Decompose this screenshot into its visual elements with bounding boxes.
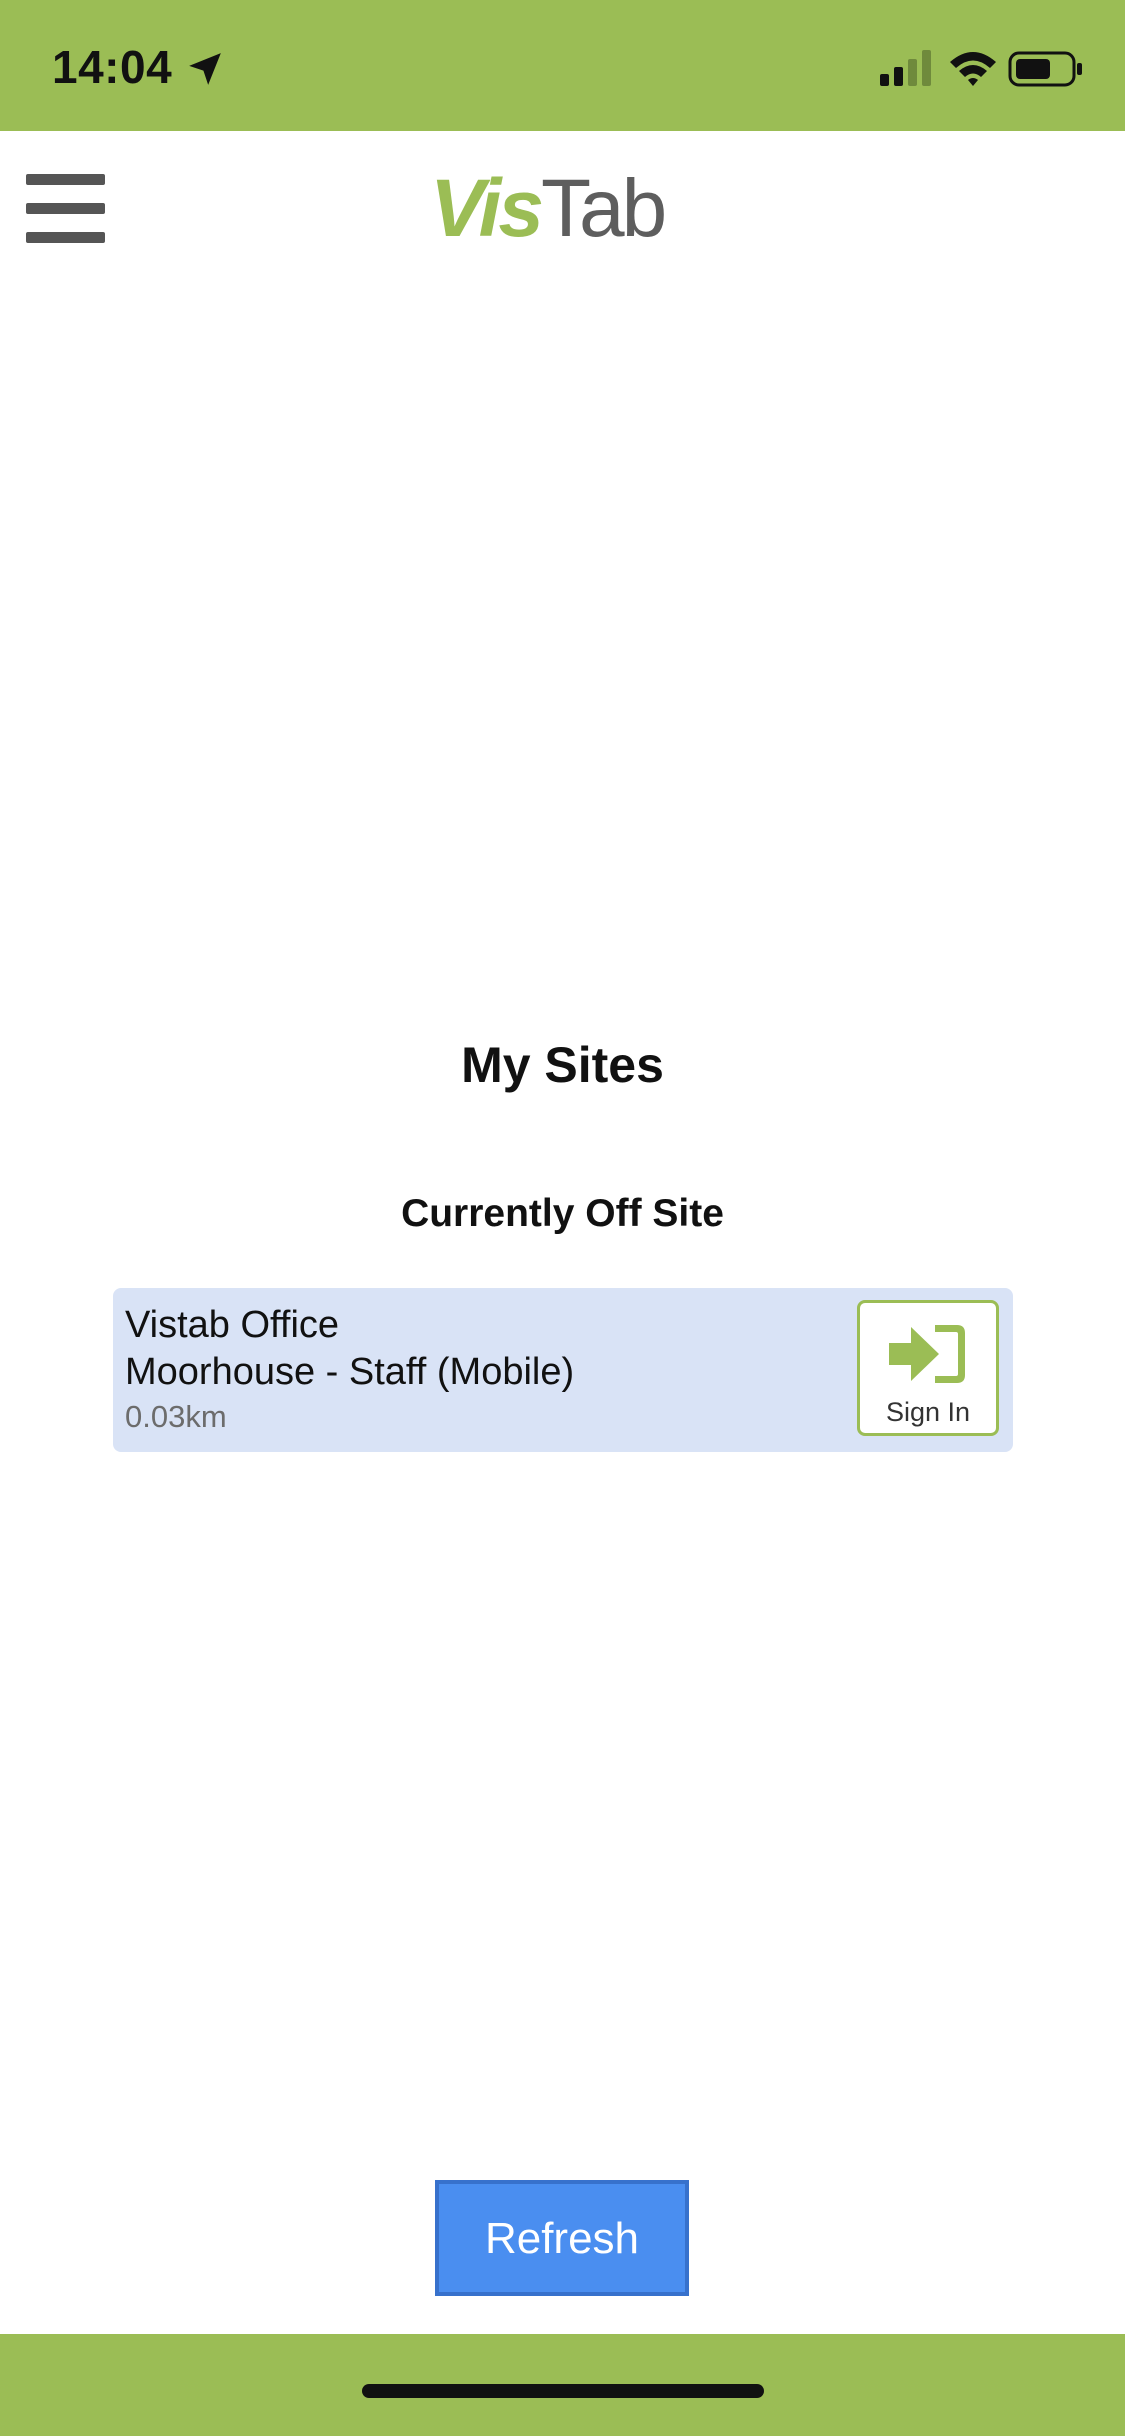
status-time: 14:04 (52, 41, 173, 93)
status-bar: 14:04 (0, 0, 1125, 131)
menu-line (26, 174, 105, 185)
menu-line (26, 232, 105, 243)
site-card: Vistab Office Moorhouse - Staff (Mobile)… (113, 1288, 1013, 1452)
signal-icon (880, 50, 931, 86)
logo-part-vis: Vis (430, 163, 544, 254)
battery-icon (1008, 51, 1082, 87)
sign-in-label: Sign In (885, 1397, 971, 1427)
sign-in-button[interactable]: Sign In (857, 1300, 999, 1436)
logo-part-tab: Tab (541, 163, 667, 254)
menu-line (26, 203, 105, 214)
wifi-icon (950, 52, 996, 86)
section-heading: Currently Off Site (401, 1192, 724, 1235)
sign-in-icon (889, 1325, 965, 1383)
site-name: Vistab Office (125, 1304, 340, 1346)
vistab-logo: VisTab (430, 168, 667, 250)
site-distance: 0.03km (125, 1399, 227, 1434)
site-detail: Moorhouse - Staff (Mobile) (125, 1351, 575, 1393)
hamburger-menu-icon[interactable] (26, 171, 106, 243)
location-arrow-icon (189, 53, 221, 85)
app-header: VisTab (0, 131, 1125, 281)
bottom-bar (0, 2334, 1125, 2436)
refresh-button[interactable]: Refresh (435, 2180, 689, 2296)
app-screen: 14:04 VisTab My Sites Currently Off Site… (0, 0, 1125, 2436)
page-title: My Sites (461, 1037, 664, 1093)
home-indicator[interactable] (362, 2384, 764, 2398)
